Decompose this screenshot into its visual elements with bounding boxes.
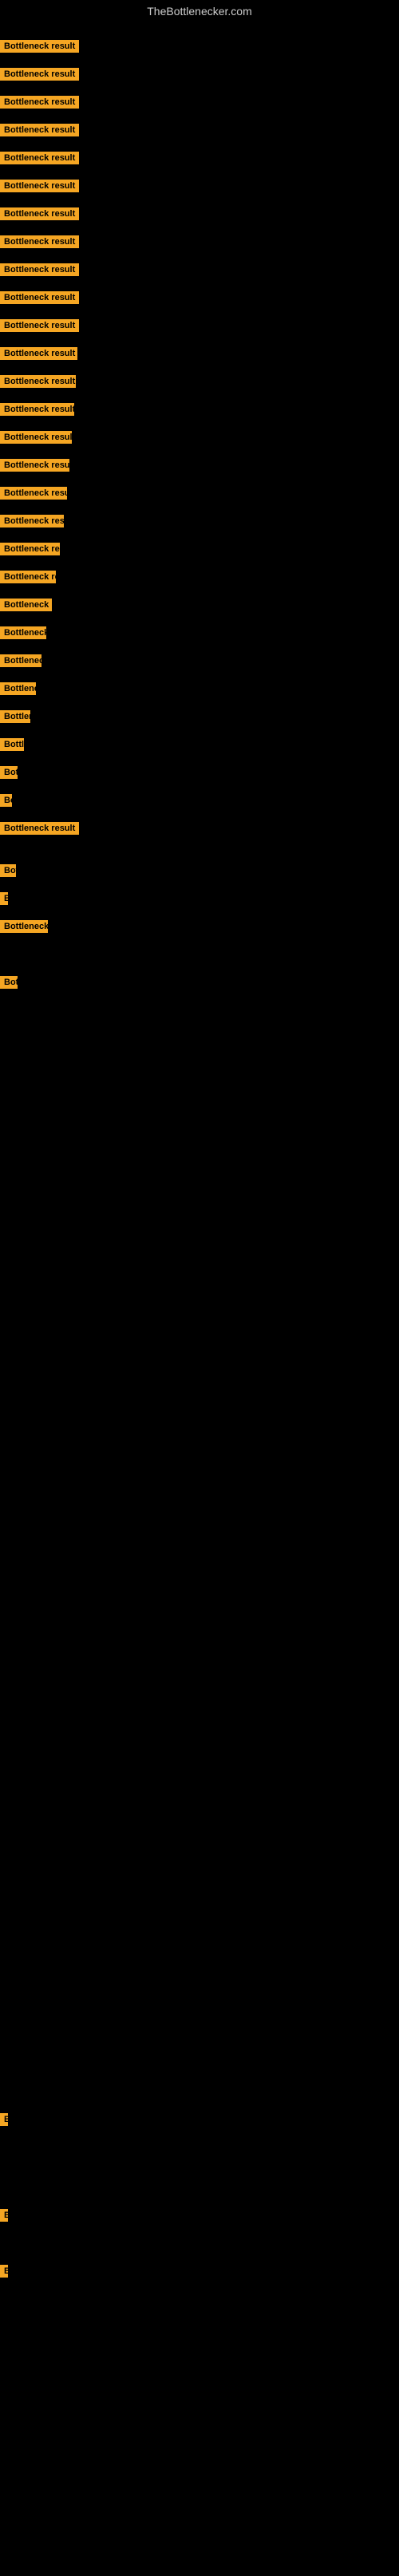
bottleneck-badge-20: Bottleneck result — [0, 571, 56, 583]
bottleneck-badge-11: Bottleneck result — [0, 319, 79, 332]
bottleneck-badge-32: Bottleneck result — [0, 920, 48, 933]
bottleneck-badge-34: Bottleneck result — [0, 2113, 8, 2126]
bottleneck-badge-29: Bottleneck result — [0, 822, 79, 835]
bottleneck-badge-22: Bottleneck result — [0, 626, 46, 639]
bottleneck-badge-25: Bottleneck result — [0, 710, 30, 723]
bottleneck-badge-2: Bottleneck result — [0, 68, 79, 81]
bottleneck-badge-8: Bottleneck result — [0, 235, 79, 248]
bottleneck-badge-36: Bottleneck result — [0, 2265, 8, 2278]
bottleneck-badge-13: Bottleneck result — [0, 375, 76, 388]
bottleneck-badge-30: Bottleneck result — [0, 864, 16, 877]
bottleneck-badge-31: Bottleneck result — [0, 892, 8, 905]
badges-container: Bottleneck result Bottleneck result Bottle… — [0, 22, 399, 2576]
site-title: TheBottlenecker.com — [0, 0, 399, 22]
bottleneck-badge-6: Bottleneck result — [0, 180, 79, 192]
bottleneck-badge-23: Bottleneck result — [0, 654, 41, 667]
bottleneck-badge-4: Bottleneck result — [0, 124, 79, 136]
bottleneck-badge-12: Bottleneck result — [0, 347, 77, 360]
bottleneck-badge-3: Bottleneck result — [0, 96, 79, 109]
bottleneck-badge-1: Bottleneck result — [0, 40, 79, 53]
bottleneck-badge-7: Bottleneck result — [0, 207, 79, 220]
bottleneck-badge-35: Bottleneck result — [0, 2209, 8, 2222]
bottleneck-badge-21: Bottleneck result — [0, 599, 52, 611]
bottleneck-badge-17: Bottleneck result — [0, 487, 67, 500]
bottleneck-badge-9: Bottleneck result — [0, 263, 79, 276]
page-wrapper: TheBottlenecker.com Bottleneck resultBot… — [0, 0, 399, 2576]
bottleneck-badge-5: Bottleneck result — [0, 152, 79, 164]
bottleneck-badge-14: Bottleneck result — [0, 403, 74, 416]
bottleneck-badge-24: Bottleneck result — [0, 682, 36, 695]
bottleneck-badge-28: Bottleneck result — [0, 794, 12, 807]
bottleneck-badge-10: Bottleneck result — [0, 291, 79, 304]
bottleneck-badge-26: Bottleneck result — [0, 738, 24, 751]
bottleneck-badge-27: Bottleneck result — [0, 766, 18, 779]
bottleneck-badge-16: Bottleneck result — [0, 459, 69, 472]
bottleneck-badge-33: Bottleneck result — [0, 976, 18, 989]
bottleneck-badge-15: Bottleneck result — [0, 431, 72, 444]
bottleneck-badge-19: Bottleneck result — [0, 543, 60, 555]
bottleneck-badge-18: Bottleneck result — [0, 515, 64, 527]
